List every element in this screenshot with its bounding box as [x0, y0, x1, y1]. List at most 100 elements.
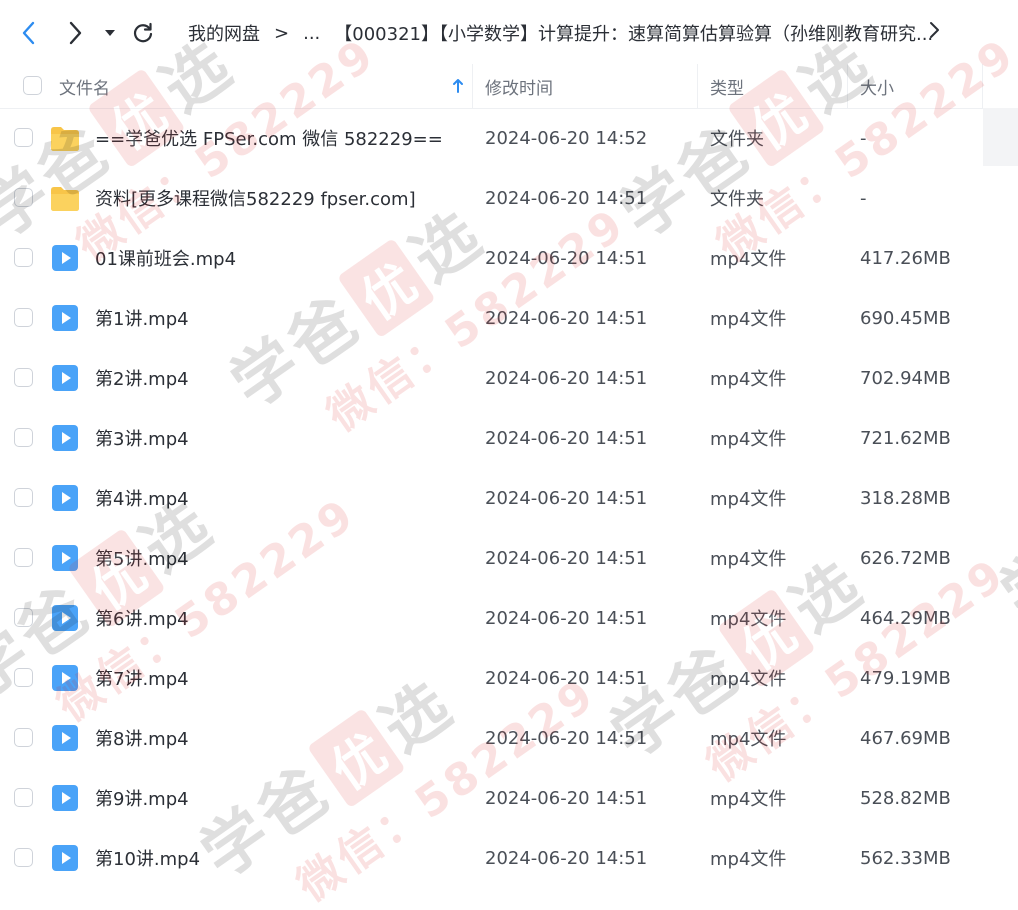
column-header-modified[interactable]: 修改时间: [485, 64, 553, 108]
file-modified: 2024-06-20 14:51: [485, 787, 648, 809]
column-divider[interactable]: [472, 64, 473, 108]
file-modified: 2024-06-20 14:51: [485, 607, 648, 629]
video-file-icon: [50, 423, 80, 453]
breadcrumb-separator: >: [274, 22, 290, 44]
video-file-icon: [50, 783, 80, 813]
file-type: mp4文件: [710, 369, 787, 390]
row-checkbox[interactable]: [14, 788, 33, 807]
column-divider[interactable]: [982, 64, 983, 108]
breadcrumb: 我的网盘 > ... 【000321】【小学数学】计算提升：速算简算估算验算（孙…: [188, 18, 948, 48]
file-name[interactable]: 第4讲.mp4: [95, 468, 189, 528]
file-row[interactable]: 第6讲.mp4 2024-06-20 14:51 mp4文件 464.29MB: [0, 588, 1018, 648]
file-name[interactable]: 第1讲.mp4: [95, 288, 189, 348]
column-header-size[interactable]: 大小: [860, 64, 894, 108]
file-name[interactable]: 第6讲.mp4: [95, 588, 189, 648]
file-size: 318.28MB: [860, 487, 951, 509]
row-checkbox[interactable]: [14, 308, 33, 327]
column-header-size-label: 大小: [860, 78, 894, 99]
row-checkbox[interactable]: [14, 728, 33, 747]
file-row[interactable]: 第5讲.mp4 2024-06-20 14:51 mp4文件 626.72MB: [0, 528, 1018, 588]
toolbar: 我的网盘 > ... 【000321】【小学数学】计算提升：速算简算估算验算（孙…: [0, 0, 1018, 64]
back-button[interactable]: [14, 18, 44, 48]
file-modified: 2024-06-20 14:51: [485, 367, 648, 389]
file-row[interactable]: ==学爸优选 FPSer.com 微信 582229== 2024-06-20 1…: [0, 108, 1018, 168]
forward-button[interactable]: [60, 18, 90, 48]
column-header-name[interactable]: 文件名: [59, 64, 469, 108]
file-size: 721.62MB: [860, 427, 951, 449]
file-size: 479.19MB: [860, 667, 951, 689]
folder-icon: [50, 183, 80, 213]
column-divider[interactable]: [847, 64, 848, 108]
file-modified: 2024-06-20 14:51: [485, 487, 648, 509]
file-name[interactable]: 第7讲.mp4: [95, 648, 189, 708]
column-header-name-label: 文件名: [59, 78, 110, 99]
file-size: 528.82MB: [860, 787, 951, 809]
file-row[interactable]: 第8讲.mp4 2024-06-20 14:51 mp4文件 467.69MB: [0, 708, 1018, 768]
video-file-icon: [50, 843, 80, 873]
caret-down-icon: [105, 30, 115, 36]
video-file-icon: [50, 243, 80, 273]
file-name[interactable]: 第5讲.mp4: [95, 528, 189, 588]
file-row[interactable]: 第3讲.mp4 2024-06-20 14:51 mp4文件 721.62MB: [0, 408, 1018, 468]
file-row[interactable]: 第10讲.mp4 2024-06-20 14:51 mp4文件 562.33MB: [0, 828, 1018, 888]
file-size: 464.29MB: [860, 607, 951, 629]
folder-icon: [50, 123, 80, 153]
file-name[interactable]: 第8讲.mp4: [95, 708, 189, 768]
refresh-button[interactable]: [128, 18, 158, 48]
row-checkbox[interactable]: [14, 368, 33, 387]
file-name[interactable]: 第3讲.mp4: [95, 408, 189, 468]
chevron-left-icon: [22, 21, 35, 45]
file-modified: 2024-06-20 14:51: [485, 307, 648, 329]
file-modified: 2024-06-20 14:51: [485, 727, 648, 749]
breadcrumb-expand-button[interactable]: [928, 20, 940, 44]
file-size: 702.94MB: [860, 367, 951, 389]
column-divider[interactable]: [697, 64, 698, 108]
file-type: mp4文件: [710, 549, 787, 570]
file-row[interactable]: 第2讲.mp4 2024-06-20 14:51 mp4文件 702.94MB: [0, 348, 1018, 408]
video-file-icon: [50, 543, 80, 573]
file-name[interactable]: 第9讲.mp4: [95, 768, 189, 828]
file-size: 467.69MB: [860, 727, 951, 749]
row-checkbox[interactable]: [14, 608, 33, 627]
file-row[interactable]: 第7讲.mp4 2024-06-20 14:51 mp4文件 479.19MB: [0, 648, 1018, 708]
file-size: 562.33MB: [860, 847, 951, 869]
row-checkbox[interactable]: [14, 548, 33, 567]
file-row[interactable]: 第1讲.mp4 2024-06-20 14:51 mp4文件 690.45MB: [0, 288, 1018, 348]
file-modified: 2024-06-20 14:51: [485, 847, 648, 869]
breadcrumb-current[interactable]: 【000321】【小学数学】计算提升：速算简算估算验算（孙维刚教育研究...: [334, 20, 933, 46]
video-file-icon: [50, 483, 80, 513]
file-row[interactable]: 第4讲.mp4 2024-06-20 14:51 mp4文件 318.28MB: [0, 468, 1018, 528]
row-checkbox[interactable]: [14, 128, 33, 147]
row-checkbox[interactable]: [14, 428, 33, 447]
row-checkbox[interactable]: [14, 668, 33, 687]
file-type: mp4文件: [710, 789, 787, 810]
file-row[interactable]: 01课前班会.mp4 2024-06-20 14:51 mp4文件 417.26MB: [0, 228, 1018, 288]
row-checkbox[interactable]: [14, 188, 33, 207]
file-name[interactable]: 01课前班会.mp4: [95, 228, 236, 288]
breadcrumb-ellipsis[interactable]: ...: [303, 23, 320, 44]
video-file-icon: [50, 603, 80, 633]
row-checkbox[interactable]: [14, 848, 33, 867]
file-name[interactable]: 第2讲.mp4: [95, 348, 189, 408]
file-name[interactable]: 资料[更多课程微信582229 fpser.com]: [95, 168, 416, 228]
file-type: 文件夹: [710, 129, 764, 150]
file-row[interactable]: 第9讲.mp4 2024-06-20 14:51 mp4文件 528.82MB: [0, 768, 1018, 828]
file-name[interactable]: 第10讲.mp4: [95, 828, 200, 888]
column-header-type[interactable]: 类型: [710, 64, 744, 108]
file-modified: 2024-06-20 14:51: [485, 247, 648, 269]
video-file-icon: [50, 363, 80, 393]
file-type: mp4文件: [710, 729, 787, 750]
history-dropdown-button[interactable]: [100, 20, 120, 46]
breadcrumb-root[interactable]: 我的网盘: [188, 20, 260, 46]
column-header-modified-label: 修改时间: [485, 78, 553, 99]
row-checkbox[interactable]: [14, 248, 33, 267]
video-file-icon: [50, 303, 80, 333]
row-checkbox[interactable]: [14, 488, 33, 507]
select-all-checkbox[interactable]: [23, 76, 42, 95]
file-type: mp4文件: [710, 309, 787, 330]
column-header-type-label: 类型: [710, 78, 744, 99]
refresh-icon: [133, 22, 153, 43]
file-name[interactable]: ==学爸优选 FPSer.com 微信 582229==: [95, 108, 443, 168]
file-row[interactable]: 资料[更多课程微信582229 fpser.com] 2024-06-20 14:…: [0, 168, 1018, 228]
file-type: mp4文件: [710, 489, 787, 510]
